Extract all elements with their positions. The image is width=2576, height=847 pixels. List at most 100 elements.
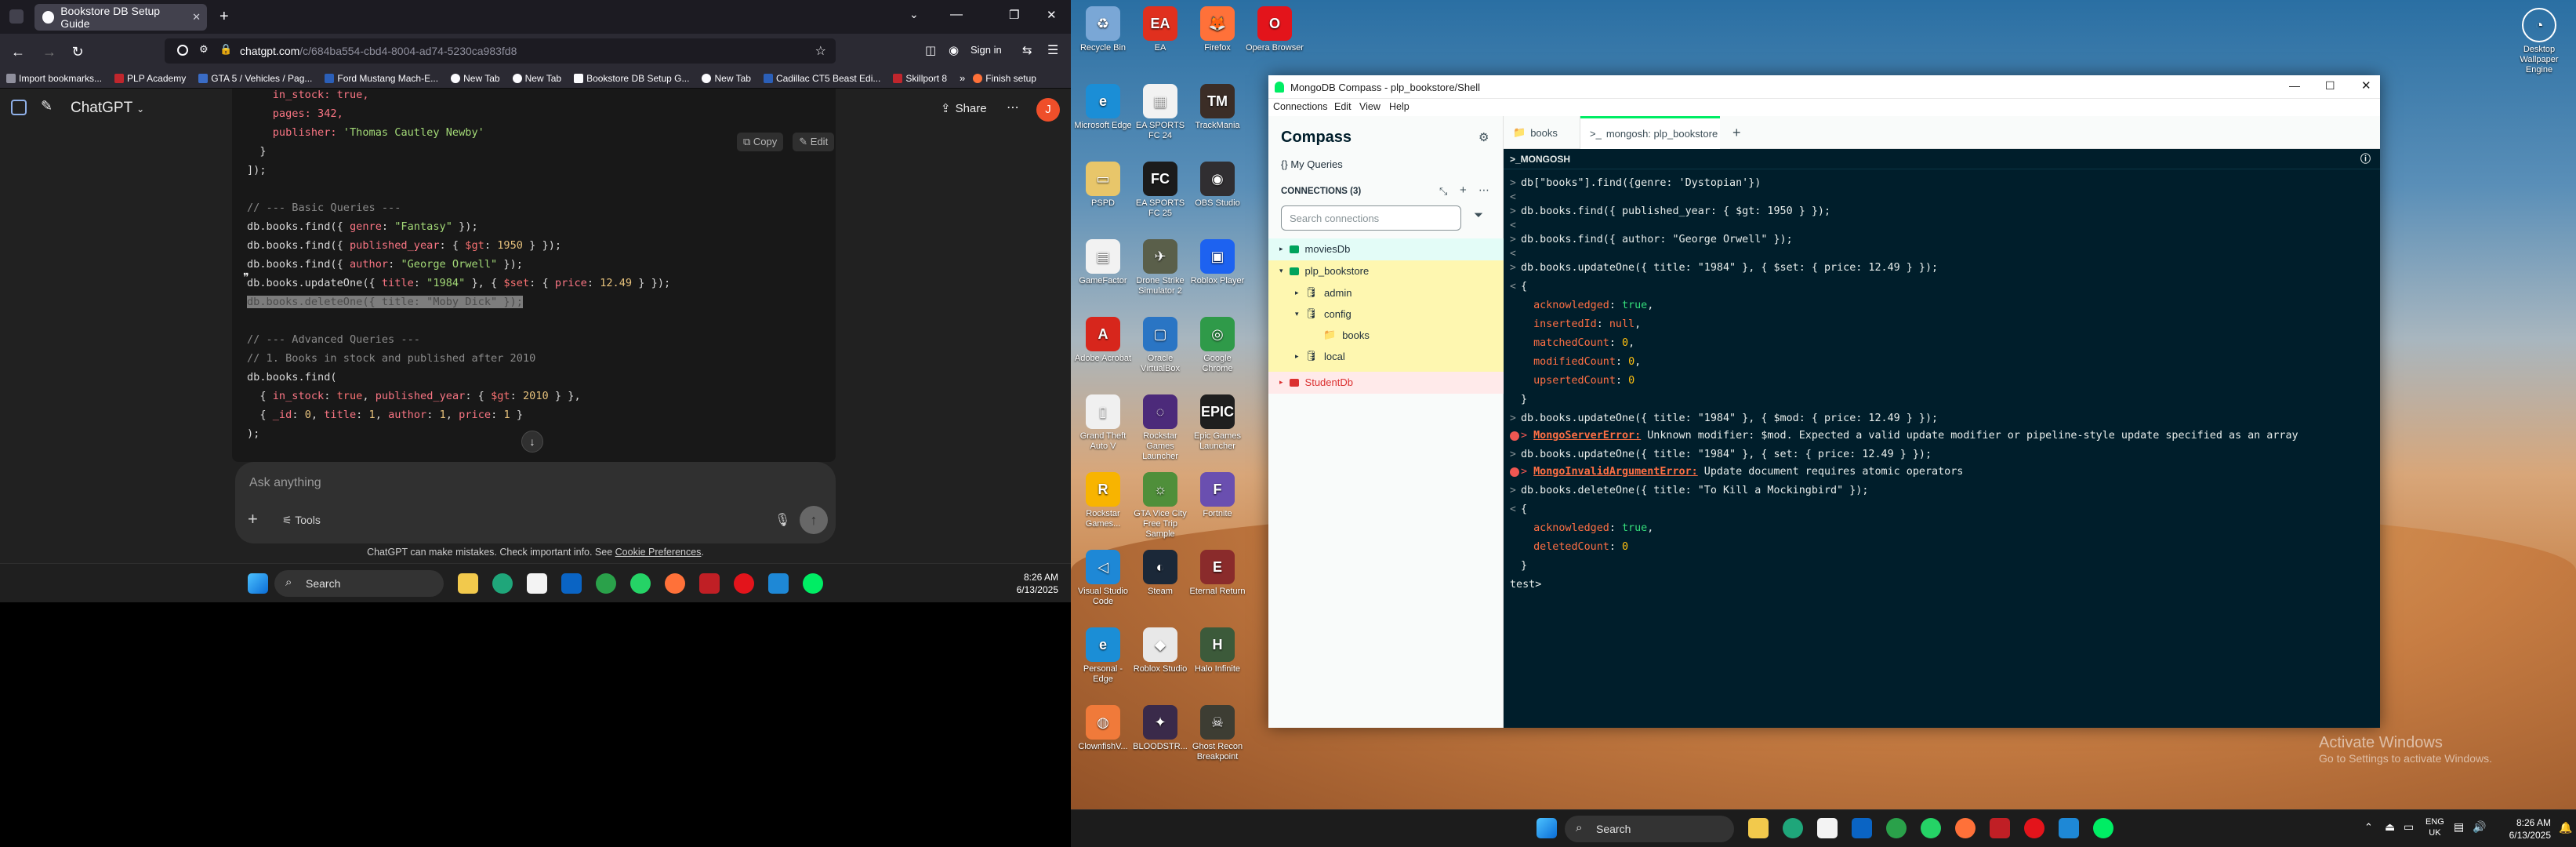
file-explorer-icon[interactable]: [458, 573, 478, 594]
desktop-icon[interactable]: ☠ Ghost Recon Breakpoint: [1188, 705, 1246, 762]
opera-icon[interactable]: [2024, 818, 2044, 838]
connections-menu-icon[interactable]: ⋯: [1478, 184, 1489, 197]
desktop-icon[interactable]: EPIC Epic Games Launcher: [1188, 394, 1246, 452]
desktop-icon[interactable]: ✈ Drone Strike Simulator 2: [1131, 239, 1189, 296]
desktop-icon[interactable]: TM TrackMania: [1188, 84, 1246, 131]
desktop-icon[interactable]: e Personal - Edge: [1074, 627, 1132, 685]
desktop-icon[interactable]: ◆ Roblox Studio: [1131, 627, 1189, 674]
desktop-icon[interactable]: ▦ EA SPORTS FC 24: [1131, 84, 1189, 141]
notifications-icon[interactable]: 🔔: [2559, 821, 2572, 834]
desktop-icon[interactable]: ▭ PSPD: [1074, 162, 1132, 209]
show-hidden-icons-icon[interactable]: ⌃: [2364, 821, 2373, 834]
xbox-icon[interactable]: [1886, 818, 1907, 838]
desktop-icon[interactable]: 🦊 Firefox: [1188, 6, 1246, 53]
new-chat-icon[interactable]: ✎: [41, 98, 53, 115]
bookmark-item[interactable]: Cadillac CT5 Beast Edi...: [763, 73, 880, 84]
add-connection-icon[interactable]: +: [1460, 184, 1467, 197]
bookmark-item[interactable]: Import bookmarks...: [6, 73, 102, 84]
browser-tab-active[interactable]: Bookstore DB Setup Guide ✕: [34, 4, 207, 31]
maximize-icon[interactable]: ❐: [1009, 8, 1019, 22]
desktop-icon[interactable]: EA EA: [1131, 6, 1189, 53]
composer[interactable]: Ask anything + ⚟ Tools 🎙 ↑: [235, 462, 836, 543]
bookmark-item[interactable]: Bookstore DB Setup G...: [574, 73, 689, 84]
more-options-icon[interactable]: ⋯: [1007, 100, 1019, 115]
file-explorer-icon[interactable]: [1748, 818, 1769, 838]
whatsapp-icon[interactable]: [630, 573, 651, 594]
close-window-icon[interactable]: ✕: [2361, 78, 2371, 93]
taskbar-clock[interactable]: 8:26 AM 6/13/2025: [980, 571, 1058, 596]
desktop-icon[interactable]: ▯ Grand Theft Auto V: [1074, 394, 1132, 452]
account-icon[interactable]: ◉: [949, 43, 959, 57]
my-queries-link[interactable]: {} My Queries: [1281, 158, 1343, 170]
start-icon[interactable]: [248, 573, 268, 594]
desktop-icon[interactable]: ▣ Roblox Player: [1188, 239, 1246, 286]
vscode-icon[interactable]: [768, 573, 789, 594]
network-icon[interactable]: ▤: [2454, 820, 2464, 834]
bookmark-item[interactable]: GTA 5 / Vehicles / Pag...: [198, 73, 312, 84]
edge-icon[interactable]: [1783, 818, 1803, 838]
desktop-icon[interactable]: ▢ Oracle VirtualBox: [1131, 317, 1189, 374]
minimize-icon[interactable]: —: [2289, 79, 2300, 92]
maximize-icon[interactable]: ☐: [2325, 79, 2335, 93]
desktop-icon[interactable]: F Fortnite: [1188, 472, 1246, 519]
bookmark-item[interactable]: Skillport 8: [893, 73, 947, 84]
xbox-icon[interactable]: [596, 573, 616, 594]
minimize-icon[interactable]: —: [950, 8, 963, 22]
connection-item[interactable]: ▸ StudentDb: [1279, 376, 1353, 388]
mongodb-compass-icon[interactable]: [803, 573, 823, 594]
outlook-icon[interactable]: [1852, 818, 1872, 838]
menu-view[interactable]: View: [1359, 101, 1381, 112]
search-connections-input[interactable]: Search connections: [1281, 205, 1461, 231]
connection-item[interactable]: ▾ plp_bookstore: [1279, 265, 1369, 277]
desktop-icon[interactable]: ◔ Desktop Wallpaper Engine: [2510, 8, 2568, 75]
bookmark-star-icon[interactable]: ☆: [815, 43, 826, 59]
desktop-icon[interactable]: ☼ GTA Vice City Free Trip Sample: [1131, 472, 1189, 540]
copy-button[interactable]: ⧉ Copy: [737, 133, 784, 151]
info-icon[interactable]: ⓘ: [2360, 149, 2371, 169]
edge-icon[interactable]: [492, 573, 513, 594]
microphone-icon[interactable]: 🎙: [775, 512, 790, 528]
desktop-icon[interactable]: O Opera Browser: [1246, 6, 1304, 53]
desktop-icon[interactable]: A Adobe Acrobat: [1074, 317, 1132, 364]
bookmark-item[interactable]: New Tab: [512, 73, 561, 84]
taskbar-search[interactable]: ⌕ Search: [274, 570, 444, 597]
bookmark-item[interactable]: New Tab: [451, 73, 500, 84]
desktop-icon[interactable]: ◌ Rockstar Games Launcher: [1131, 394, 1189, 462]
tab-mongosh[interactable]: >_ mongosh: plp_bookstore: [1580, 116, 1720, 149]
model-selector[interactable]: ChatGPT ⌄: [71, 100, 144, 117]
desktop-icon[interactable]: ◉ OBS Studio: [1188, 162, 1246, 209]
collection-item[interactable]: 📁 books: [1323, 329, 1370, 341]
firefox-icon[interactable]: [1955, 818, 1976, 838]
store-icon[interactable]: [1817, 818, 1838, 838]
list-tabs-icon[interactable]: ⌄: [909, 8, 919, 21]
reload-icon[interactable]: ↻: [67, 42, 88, 62]
lock-icon[interactable]: 🔒: [220, 43, 232, 56]
quote-icon[interactable]: ❞: [243, 271, 249, 284]
add-tab-icon[interactable]: +: [1723, 116, 1747, 149]
desktop-icon[interactable]: ▤ GameFactor: [1074, 239, 1132, 286]
menu-edit[interactable]: Edit: [1334, 101, 1351, 112]
battery-icon[interactable]: ▭: [2404, 820, 2414, 834]
bookmark-item[interactable]: PLP Academy: [114, 73, 186, 84]
menu-connections[interactable]: Connections: [1273, 101, 1328, 112]
desktop-icon[interactable]: ◁ Visual Studio Code: [1074, 550, 1132, 607]
desktop-icon[interactable]: ◍ ClownfishV...: [1074, 705, 1132, 752]
menu-help[interactable]: Help: [1389, 101, 1410, 112]
desktop-icon[interactable]: R Rockstar Games...: [1074, 472, 1132, 529]
prompt-input[interactable]: Ask anything: [249, 476, 321, 490]
shield-icon[interactable]: [177, 45, 188, 56]
avatar[interactable]: J: [1036, 98, 1060, 122]
vscode-icon[interactable]: [2059, 818, 2079, 838]
settings-gear-icon[interactable]: ⚙: [1478, 130, 1489, 144]
shell-prompt[interactable]: test>: [1510, 579, 1541, 591]
close-window-icon[interactable]: ✕: [1047, 8, 1057, 22]
sidebar-toggle-icon[interactable]: [11, 100, 27, 115]
scroll-down-icon[interactable]: ↓: [521, 431, 543, 453]
desktop-icon[interactable]: FC EA SPORTS FC 25: [1131, 162, 1189, 219]
firefox-view-icon[interactable]: [9, 9, 24, 24]
connection-item[interactable]: ▸ moviesDb: [1279, 243, 1350, 255]
database-item[interactable]: ▸ 🛢 local: [1295, 350, 1345, 362]
new-tab-icon[interactable]: +: [220, 8, 229, 26]
desktop-icon[interactable]: ◎ Google Chrome: [1188, 317, 1246, 374]
filezilla-icon[interactable]: [699, 573, 720, 594]
